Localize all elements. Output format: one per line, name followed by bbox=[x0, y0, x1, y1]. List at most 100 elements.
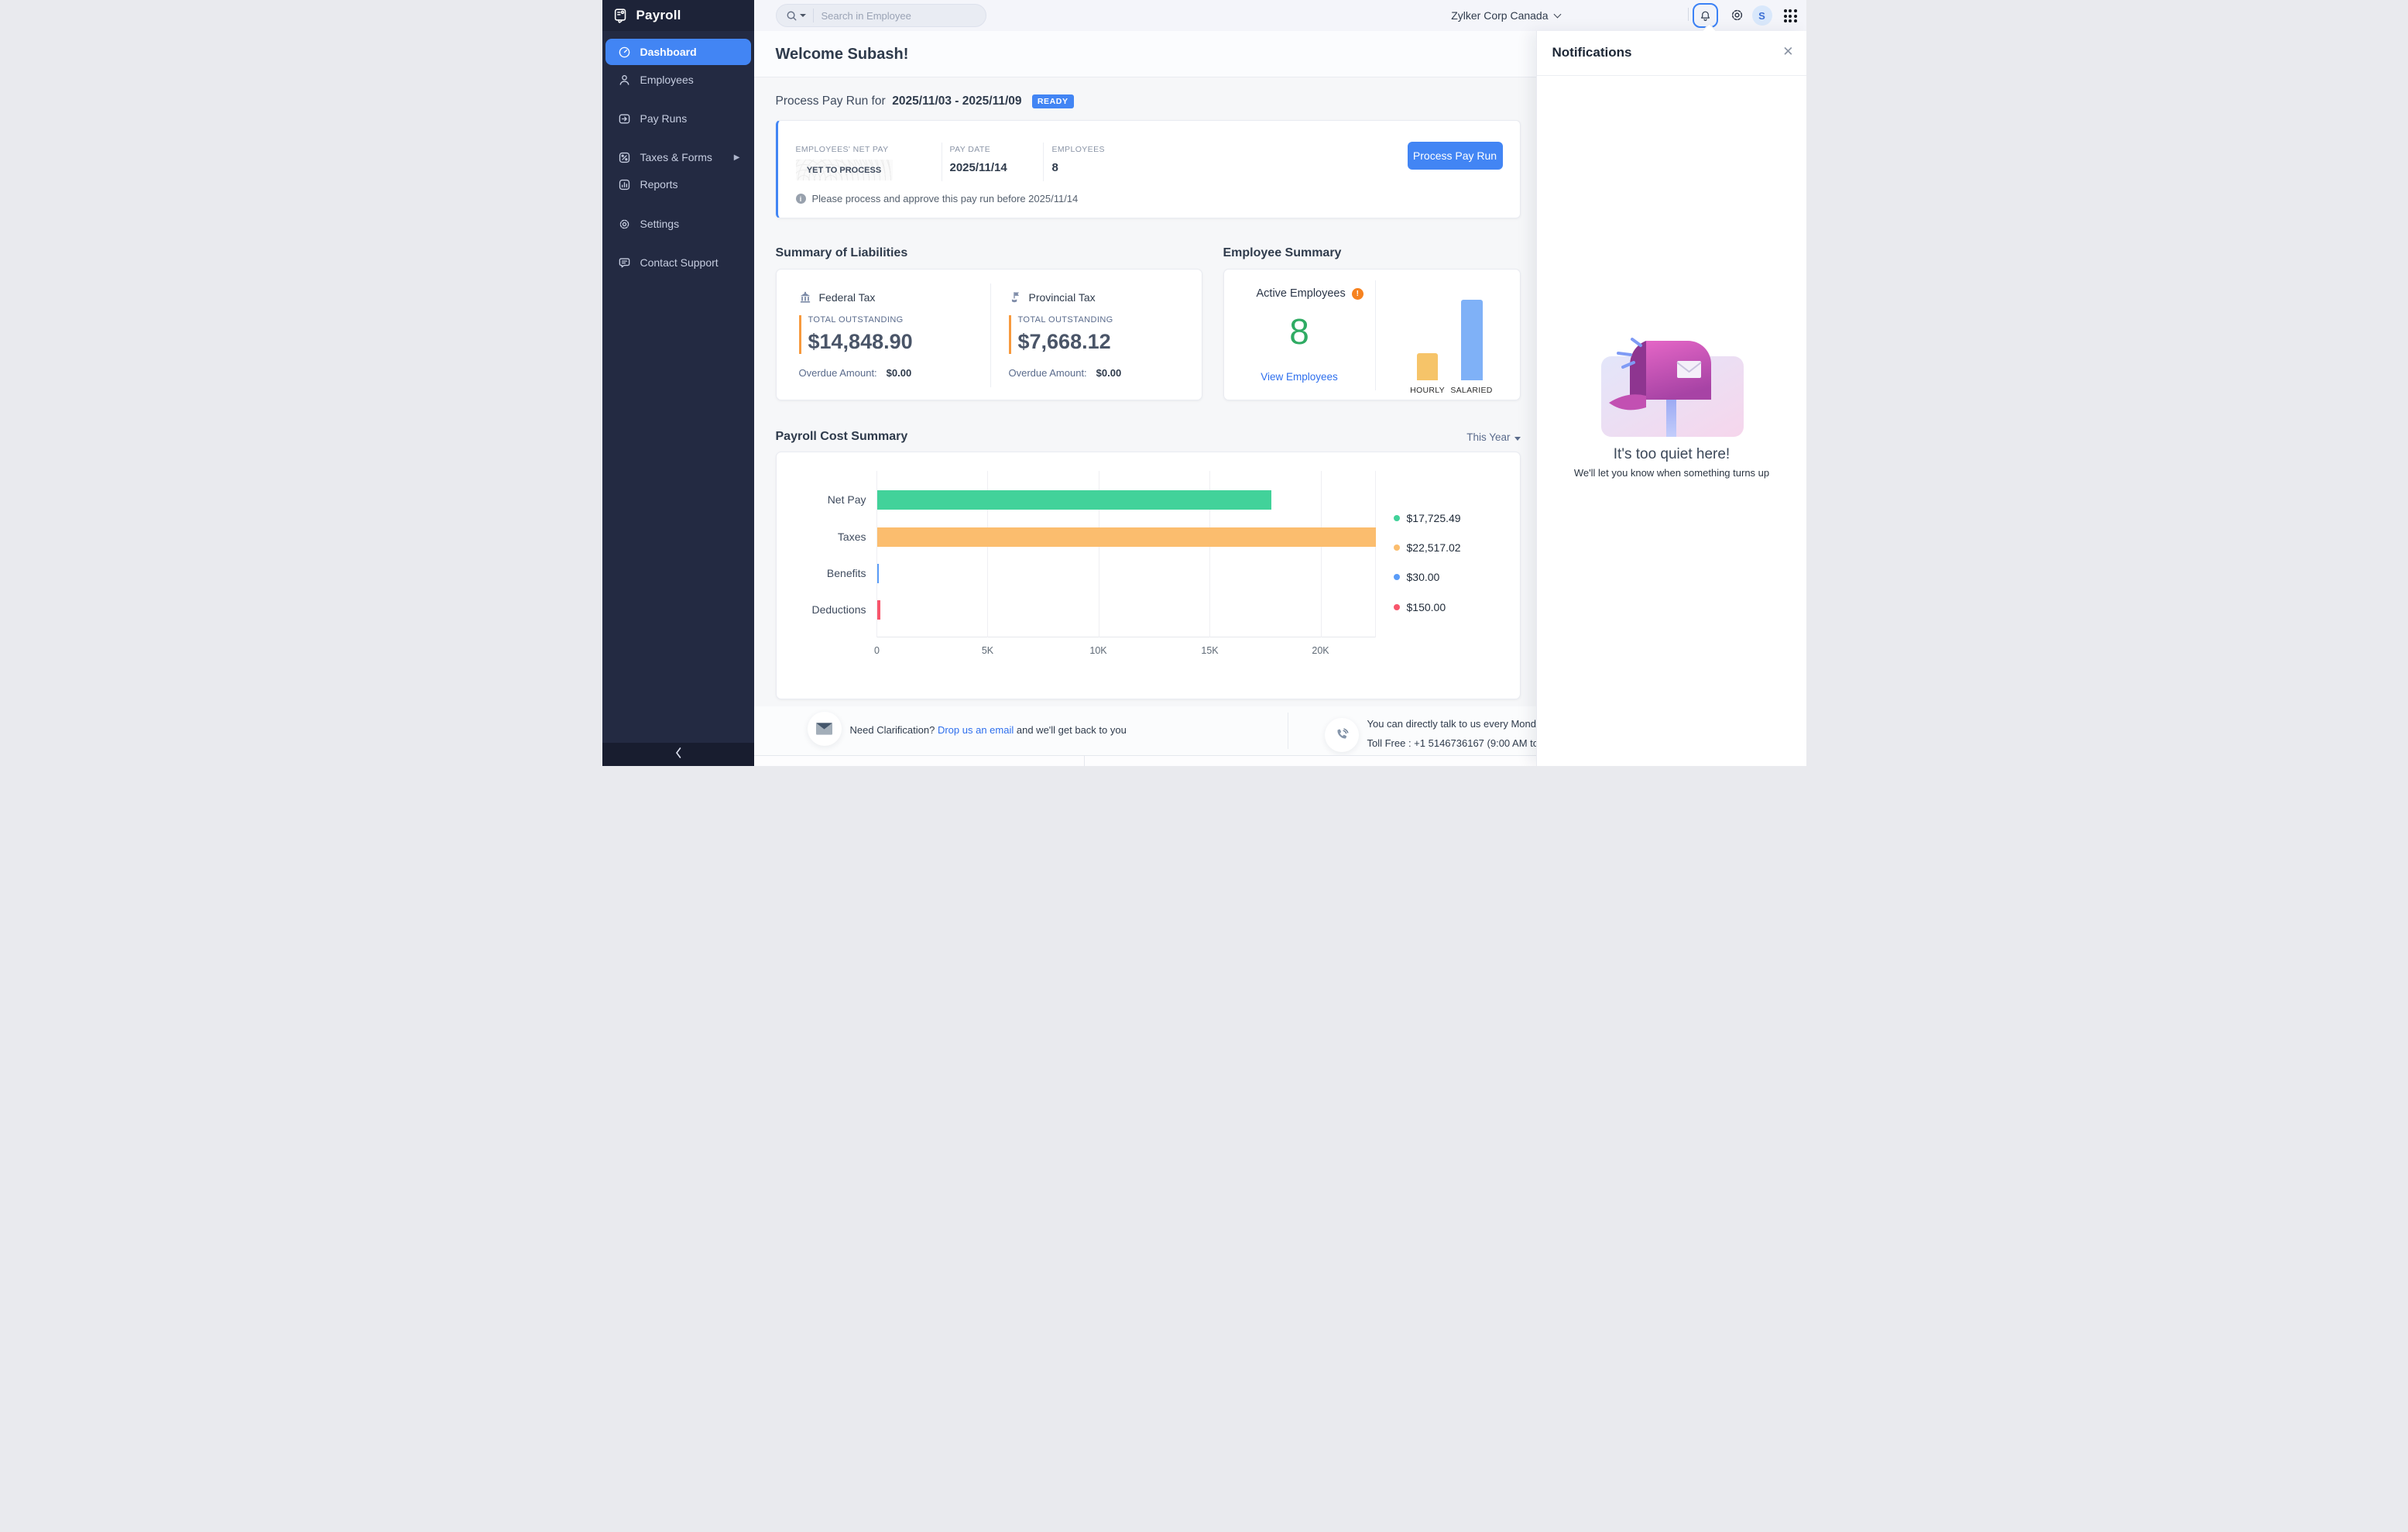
benefits-bar[interactable] bbox=[877, 564, 879, 583]
app-logo[interactable]: Payroll bbox=[602, 0, 754, 31]
sidebar-item-settings[interactable]: Settings bbox=[605, 211, 751, 237]
org-name: Zylker Corp Canada bbox=[1451, 9, 1548, 22]
salaried-label: SALARIED bbox=[1445, 386, 1499, 395]
legend-dot bbox=[1394, 515, 1400, 521]
pay-date-label: PAY DATE bbox=[950, 145, 991, 154]
legend-item: $17,725.49 bbox=[1394, 512, 1461, 524]
x-tick: 10K bbox=[1089, 645, 1106, 656]
outstanding-amount: $7,668.12 bbox=[1018, 330, 1113, 354]
gear-icon bbox=[1730, 8, 1744, 22]
legend-item: $150.00 bbox=[1394, 601, 1446, 613]
payroll-cost-card: Net Pay Taxes Benefits Deductions 0 5K 1… bbox=[776, 452, 1521, 699]
user-avatar[interactable]: S bbox=[1752, 5, 1772, 26]
search-input[interactable] bbox=[822, 10, 953, 22]
payroll-logo-icon bbox=[612, 7, 629, 24]
legend-dot bbox=[1394, 604, 1400, 610]
search-divider bbox=[813, 9, 814, 22]
email-icon-circle bbox=[808, 712, 842, 746]
bank-icon bbox=[798, 290, 812, 304]
liabilities-card: Federal Tax TOTAL OUTSTANDING $14,848.90… bbox=[776, 269, 1202, 400]
caret-down-icon bbox=[1514, 437, 1521, 441]
legend-dot bbox=[1394, 544, 1400, 551]
email-link[interactable]: Drop us an email bbox=[938, 724, 1014, 736]
sidebar: Payroll Dashboard Employees bbox=[602, 0, 754, 766]
reports-icon bbox=[618, 178, 631, 191]
phone-help-line1: You can directly talk to us every Monday… bbox=[1367, 718, 1559, 730]
pay-run-heading: Process Pay Run for 2025/11/03 - 2025/11… bbox=[776, 94, 1074, 109]
sidebar-item-reports[interactable]: Reports bbox=[605, 171, 751, 198]
phone-icon bbox=[1334, 727, 1350, 743]
sidebar-item-contact-support[interactable]: Contact Support bbox=[605, 249, 751, 276]
employee-summary-heading: Employee Summary bbox=[1223, 246, 1342, 260]
settings-gear-button[interactable] bbox=[1730, 8, 1744, 22]
employees-value: 8 bbox=[1052, 161, 1058, 174]
flag-icon bbox=[1008, 290, 1022, 304]
date-range-value: This Year bbox=[1466, 431, 1510, 443]
tax-card-name: Federal Tax bbox=[819, 291, 876, 304]
bell-icon bbox=[1699, 9, 1712, 22]
view-employees-link[interactable]: View Employees bbox=[1224, 371, 1375, 383]
pay-run-card: EMPLOYEES' NET PAY YET TO PROCESS PAY DA… bbox=[776, 120, 1521, 218]
notifications-bell-button[interactable] bbox=[1693, 3, 1718, 28]
process-pay-run-button[interactable]: Process Pay Run bbox=[1408, 142, 1503, 170]
date-range-selector[interactable]: This Year bbox=[1462, 431, 1521, 443]
active-employees-count: 8 bbox=[1224, 311, 1375, 352]
app-name: Payroll bbox=[636, 8, 681, 23]
gridline bbox=[1321, 471, 1322, 637]
legend-dot bbox=[1394, 574, 1400, 580]
overdue-label: Overdue Amount: bbox=[1009, 367, 1087, 379]
sidebar-item-pay-runs[interactable]: Pay Runs bbox=[605, 105, 751, 132]
sidebar-item-dashboard[interactable]: Dashboard bbox=[605, 39, 751, 65]
avatar-initial: S bbox=[1758, 10, 1765, 22]
provincial-outstanding: TOTAL OUTSTANDING $7,668.12 bbox=[1009, 315, 1113, 354]
liabilities-heading: Summary of Liabilities bbox=[776, 246, 908, 260]
legend-value: $17,725.49 bbox=[1407, 512, 1461, 524]
search-scope-caret-icon[interactable] bbox=[800, 14, 806, 17]
sidebar-item-taxes-forms[interactable]: Taxes & Forms ▶ bbox=[605, 144, 751, 170]
payroll-dashboard: Payroll Dashboard Employees bbox=[602, 0, 1806, 766]
federal-overdue: Overdue Amount:$0.00 bbox=[799, 367, 912, 379]
footer-secondary-divider bbox=[1084, 756, 1085, 766]
category-label: Net Pay bbox=[777, 493, 866, 506]
provincial-tax-title: Provincial Tax bbox=[1008, 290, 1096, 304]
payroll-cost-heading: Payroll Cost Summary bbox=[776, 430, 908, 444]
taxes-bar[interactable] bbox=[877, 527, 1376, 547]
net-pay-value: YET TO PROCESS bbox=[796, 160, 893, 180]
provincial-overdue: Overdue Amount:$0.00 bbox=[1009, 367, 1122, 379]
sidebar-item-employees[interactable]: Employees bbox=[605, 67, 751, 93]
x-tick: 15K bbox=[1201, 645, 1218, 656]
search-icon[interactable] bbox=[786, 10, 798, 22]
hourly-bar[interactable] bbox=[1417, 353, 1438, 380]
collapse-chevron-icon bbox=[674, 747, 682, 763]
empty-mailbox-illustration bbox=[1595, 330, 1750, 450]
gridline bbox=[1375, 471, 1376, 637]
column-divider bbox=[1043, 143, 1044, 181]
notifications-title: Notifications bbox=[1552, 45, 1632, 60]
app-grid-icon[interactable] bbox=[1784, 9, 1797, 22]
close-icon[interactable]: ✕ bbox=[1782, 44, 1793, 60]
net-pay-label: EMPLOYEES' NET PAY bbox=[796, 145, 889, 154]
contact-support-icon bbox=[618, 256, 631, 270]
envelope-icon bbox=[816, 723, 832, 735]
email-help-text: Need Clarification? Drop us an email and… bbox=[850, 724, 1127, 736]
org-selector[interactable]: Zylker Corp Canada bbox=[1451, 0, 1559, 31]
phone-help-line2: Toll Free : +1 5146736167 (9:00 AM to 6:… bbox=[1367, 737, 1561, 749]
salaried-bar[interactable] bbox=[1461, 300, 1483, 380]
deductions-bar[interactable] bbox=[877, 600, 880, 620]
email-suffix: and we'll get back to you bbox=[1017, 724, 1127, 736]
net-pay-bar[interactable] bbox=[877, 490, 1271, 510]
phone-icon-circle bbox=[1325, 718, 1359, 752]
sidebar-item-label: Taxes & Forms bbox=[640, 151, 712, 163]
active-employees-label: Active Employees ! bbox=[1257, 287, 1364, 300]
federal-tax-title: Federal Tax bbox=[798, 290, 876, 304]
global-search[interactable] bbox=[776, 4, 986, 27]
warning-icon[interactable]: ! bbox=[1352, 288, 1364, 300]
topbar: Zylker Corp Canada S bbox=[754, 0, 1806, 31]
chevron-down-icon bbox=[1553, 11, 1561, 19]
overdue-value: $0.00 bbox=[887, 367, 912, 379]
legend-value: $30.00 bbox=[1407, 571, 1440, 583]
sidebar-collapse-button[interactable] bbox=[602, 743, 754, 766]
outstanding-label: TOTAL OUTSTANDING bbox=[1018, 315, 1113, 325]
active-employees-text: Active Employees bbox=[1257, 287, 1346, 300]
outstanding-amount: $14,848.90 bbox=[808, 330, 913, 354]
